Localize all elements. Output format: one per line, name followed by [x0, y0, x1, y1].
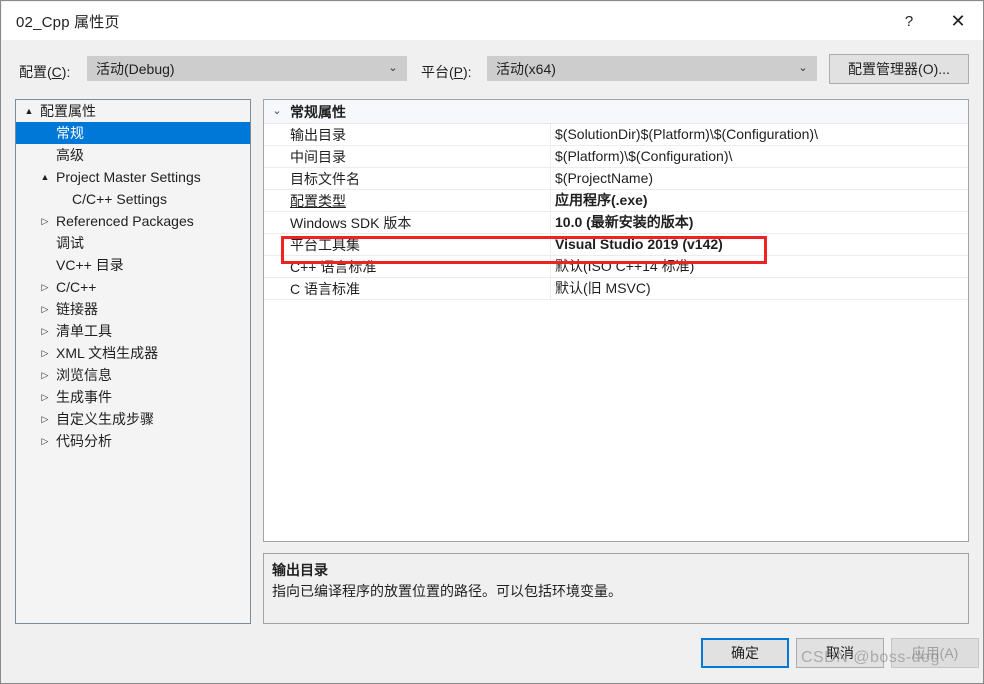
tree-item-15[interactable]: ▷ 代码分析 — [16, 430, 250, 452]
property-grid-panel[interactable]: ⌄ 常规属性 输出目录 $(SolutionDir)$(Platform)\$(C… — [263, 99, 969, 542]
tree-item-3[interactable]: ▲ Project Master Settings — [16, 166, 250, 188]
configuration-combobox[interactable]: 活动(Debug) ⌄ — [87, 56, 407, 81]
property-group-label: 常规属性 — [290, 103, 346, 120]
tree-item-label: Referenced Packages — [56, 213, 194, 229]
expander-closed-icon[interactable]: ▷ — [36, 348, 54, 358]
property-group-header[interactable]: ⌄ 常规属性 — [264, 100, 968, 124]
tree-item-4[interactable]: C/C++ Settings — [16, 188, 250, 210]
tree-item-7[interactable]: VC++ 目录 — [16, 254, 250, 276]
property-name: 中间目录 — [290, 148, 346, 165]
chevron-down-icon: ⌄ — [272, 105, 282, 117]
property-name: 配置类型 — [264, 191, 550, 211]
tree-item-label: XML 文档生成器 — [56, 345, 159, 361]
property-row[interactable]: C 语言标准 默认(旧 MSVC) — [264, 277, 968, 300]
property-row[interactable]: 输出目录 $(SolutionDir)$(Platform)\$(Configur… — [264, 123, 968, 146]
tree-item-label: 配置属性 — [40, 103, 96, 119]
description-body: 指向已编译程序的放置位置的路径。可以包括环境变量。 — [272, 583, 622, 599]
configuration-value: 活动(Debug) — [96, 60, 175, 77]
property-value[interactable]: Visual Studio 2019 (v142) — [550, 233, 968, 256]
property-row[interactable]: C++ 语言标准 默认(ISO C++14 标准) — [264, 255, 968, 278]
tree-item-label: 生成事件 — [56, 389, 112, 405]
property-row[interactable]: 中间目录 $(Platform)\$(Configuration)\ — [264, 145, 968, 168]
property-name: C++ 语言标准 — [290, 258, 377, 275]
tree-item-label: Project Master Settings — [56, 169, 201, 185]
property-value[interactable]: 10.0 (最新安装的版本) — [550, 211, 968, 234]
tree-item-label: 代码分析 — [56, 433, 112, 449]
property-grid-rows: 输出目录 $(SolutionDir)$(Platform)\$(Configur… — [264, 123, 968, 300]
platform-combobox[interactable]: 活动(x64) ⌄ — [487, 56, 817, 81]
apply-button: 应用(A) — [891, 638, 979, 668]
tree-item-label: 常规 — [56, 125, 84, 141]
property-row[interactable]: 平台工具集 Visual Studio 2019 (v142) — [264, 233, 968, 256]
window-title: 02_Cpp 属性页 — [16, 13, 120, 31]
property-value[interactable]: $(ProjectName) — [550, 167, 968, 190]
help-icon[interactable]: ? — [886, 2, 932, 40]
tree-item-5[interactable]: ▷ Referenced Packages — [16, 210, 250, 232]
configuration-label: 配置(C): — [19, 64, 71, 80]
property-value[interactable]: 应用程序(.exe) — [550, 189, 968, 212]
property-value[interactable]: $(Platform)\$(Configuration)\ — [550, 145, 968, 168]
tree-item-label: C/C++ Settings — [72, 191, 167, 207]
expander-open-icon[interactable]: ▲ — [20, 106, 38, 116]
tree-item-1[interactable]: 常规 — [16, 122, 250, 144]
tree-item-11[interactable]: ▷ XML 文档生成器 — [16, 342, 250, 364]
expander-closed-icon[interactable]: ▷ — [36, 392, 54, 402]
title-bar: 02_Cpp 属性页 ? ✕ — [2, 2, 983, 40]
tree-item-label: 清单工具 — [56, 323, 112, 339]
property-row[interactable]: Windows SDK 版本 10.0 (最新安装的版本) — [264, 211, 968, 234]
tree-item-12[interactable]: ▷ 浏览信息 — [16, 364, 250, 386]
close-icon[interactable]: ✕ — [932, 2, 983, 40]
property-name-text: 配置类型 — [290, 192, 346, 209]
property-name: 平台工具集 — [290, 236, 360, 253]
tree-item-2[interactable]: 高级 — [16, 144, 250, 166]
tree-item-14[interactable]: ▷ 自定义生成步骤 — [16, 408, 250, 430]
tree-item-label: VC++ 目录 — [56, 257, 124, 273]
tree-item-label: C/C++ — [56, 279, 97, 295]
ok-button[interactable]: 确定 — [701, 638, 789, 668]
title-bar-buttons: ? ✕ — [886, 2, 983, 40]
configuration-manager-button[interactable]: 配置管理器(O)... — [829, 54, 969, 84]
tree-item-10[interactable]: ▷ 清单工具 — [16, 320, 250, 342]
property-row[interactable]: 配置类型 应用程序(.exe) — [264, 189, 968, 212]
property-name: 输出目录 — [290, 126, 346, 143]
property-name: Windows SDK 版本 — [290, 214, 412, 231]
description-panel: 输出目录 指向已编译程序的放置位置的路径。可以包括环境变量。 — [263, 553, 969, 624]
property-value[interactable]: 默认(ISO C++14 标准) — [550, 255, 968, 278]
property-pages-dialog: 02_Cpp 属性页 ? ✕ 配置(C): 活动(Debug) ⌄ 平台(P):… — [0, 0, 984, 684]
expander-closed-icon[interactable]: ▷ — [36, 216, 54, 226]
cancel-button[interactable]: 取消 — [796, 638, 884, 668]
expander-open-icon[interactable]: ▲ — [36, 172, 54, 182]
expander-closed-icon[interactable]: ▷ — [36, 436, 54, 446]
platform-label: 平台(P): — [421, 64, 472, 80]
chevron-down-icon: ⌄ — [798, 62, 808, 74]
property-tree-panel[interactable]: ▲ 配置属性 常规 高级 ▲ Project Master Settings C/C++ S… — [15, 99, 251, 624]
tree-item-label: 自定义生成步骤 — [56, 411, 154, 427]
tree-item-9[interactable]: ▷ 链接器 — [16, 298, 250, 320]
tree-item-label: 调试 — [56, 235, 84, 251]
property-name: C 语言标准 — [290, 280, 360, 297]
property-value[interactable]: 默认(旧 MSVC) — [550, 277, 968, 300]
tree-item-0[interactable]: ▲ 配置属性 — [16, 100, 250, 122]
property-name: 目标文件名 — [290, 170, 360, 187]
expander-closed-icon[interactable]: ▷ — [36, 282, 54, 292]
expander-closed-icon[interactable]: ▷ — [36, 370, 54, 380]
expander-closed-icon[interactable]: ▷ — [36, 326, 54, 336]
tree-item-label: 链接器 — [56, 301, 98, 317]
tree-item-13[interactable]: ▷ 生成事件 — [16, 386, 250, 408]
property-value[interactable]: $(SolutionDir)$(Platform)\$(Configuratio… — [550, 123, 968, 146]
description-title: 输出目录 — [272, 562, 328, 578]
tree-item-label: 高级 — [56, 147, 84, 163]
property-row[interactable]: 目标文件名 $(ProjectName) — [264, 167, 968, 190]
expander-closed-icon[interactable]: ▷ — [36, 414, 54, 424]
chevron-down-icon: ⌄ — [388, 62, 398, 74]
tree-item-label: 浏览信息 — [56, 367, 112, 383]
platform-value: 活动(x64) — [496, 60, 556, 77]
tree-item-8[interactable]: ▷ C/C++ — [16, 276, 250, 298]
expander-closed-icon[interactable]: ▷ — [36, 304, 54, 314]
tree-item-6[interactable]: 调试 — [16, 232, 250, 254]
